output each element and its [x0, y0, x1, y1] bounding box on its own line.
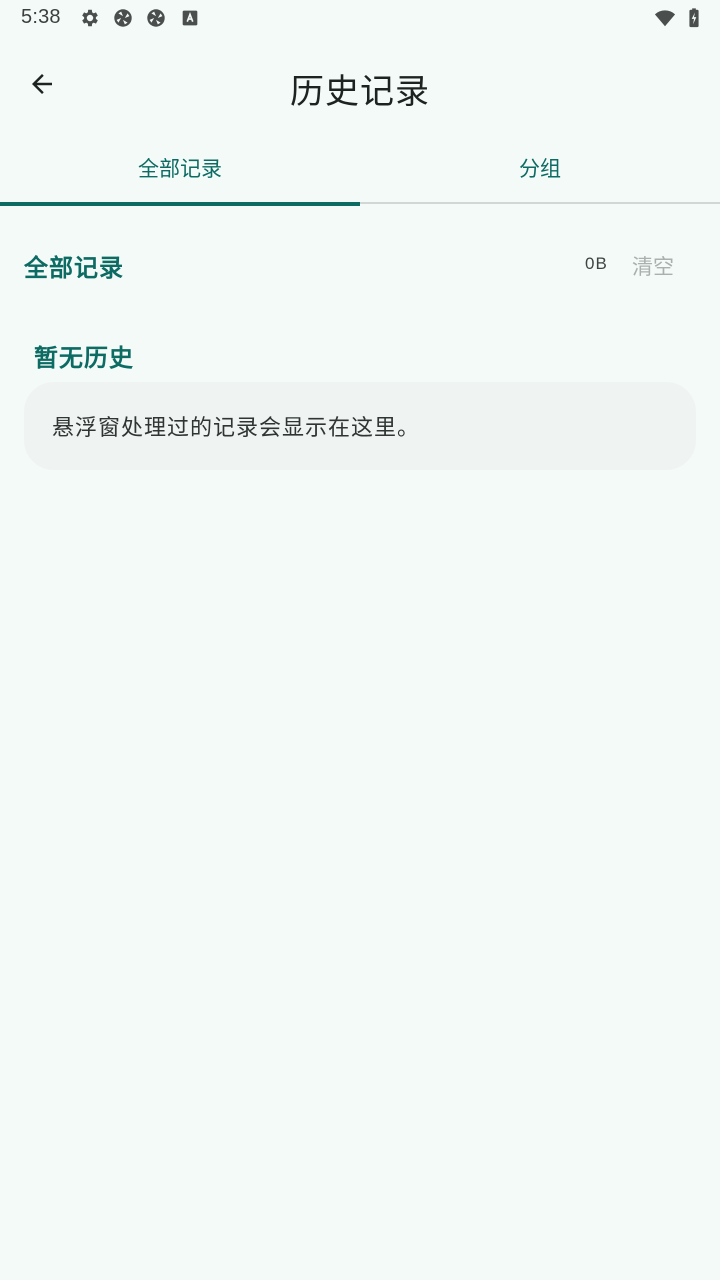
section-title: 全部记录 [24, 254, 124, 282]
tab-indicator [0, 202, 360, 206]
wifi-icon [654, 7, 676, 29]
clear-button[interactable]: 清空 [628, 251, 678, 281]
tab-groups[interactable]: 分组 [360, 132, 720, 204]
storage-size-label: 0B [585, 254, 608, 273]
status-time: 5:38 [21, 6, 61, 28]
tab-label: 全部记录 [138, 157, 222, 181]
sync-icon [145, 7, 167, 29]
empty-state-title: 暂无历史 [34, 344, 134, 372]
tab-label: 分组 [519, 157, 561, 181]
page-title: 历史记录 [290, 72, 430, 112]
status-bar: 5:38 [0, 0, 720, 36]
tab-all-records[interactable]: 全部记录 [0, 132, 360, 206]
battery-charging-icon [683, 7, 705, 29]
empty-state-message: 悬浮窗处理过的记录会显示在这里。 [52, 416, 421, 441]
app-bar: 历史记录 [0, 36, 720, 132]
settings-icon [79, 7, 101, 29]
tab-bar: 全部记录 分组 [0, 132, 720, 206]
empty-state-card: 悬浮窗处理过的记录会显示在这里。 [24, 382, 696, 470]
text-recognition-icon [179, 7, 201, 29]
sync-icon [112, 7, 134, 29]
